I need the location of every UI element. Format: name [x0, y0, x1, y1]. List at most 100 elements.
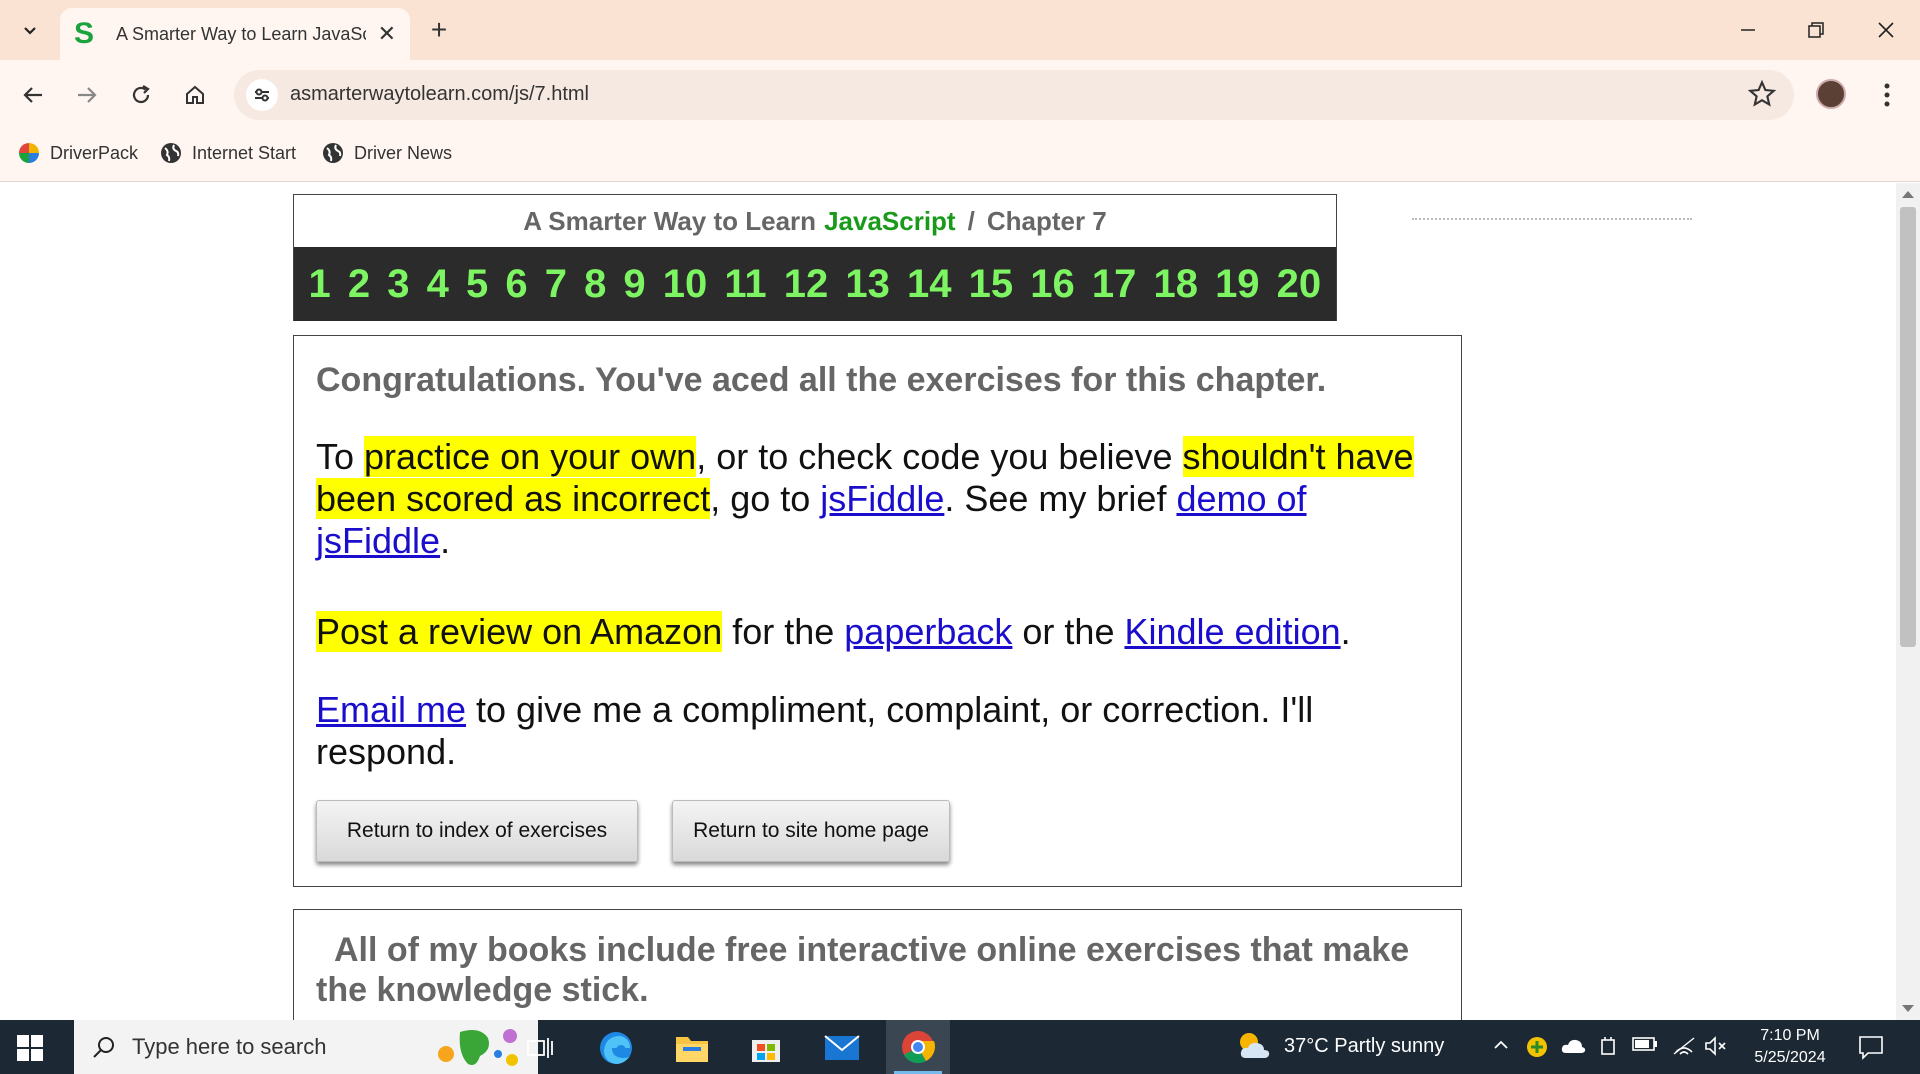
- exercise-number-bar: 1 2 3 4 5 6 7 8 9 10 11 12 13 14 15 16 17 18 19 20: [294, 247, 1336, 321]
- exercise-link-14[interactable]: 14: [907, 262, 952, 307]
- close-window-button[interactable]: [1866, 10, 1906, 50]
- exercise-link-5[interactable]: 5: [466, 262, 488, 307]
- folder-icon: [676, 1037, 708, 1062]
- minimize-icon: [1741, 29, 1755, 31]
- mail-app[interactable]: [822, 1028, 862, 1068]
- bookmark-star-button[interactable]: [1747, 79, 1777, 113]
- books-panel: All of my books include free interactive…: [293, 909, 1462, 1020]
- exercise-link-3[interactable]: 3: [387, 262, 409, 307]
- tab-search-button[interactable]: [12, 13, 48, 47]
- close-tab-icon[interactable]: ✕: [378, 21, 396, 47]
- back-button[interactable]: [14, 76, 52, 114]
- globe-icon: [161, 143, 181, 163]
- device-tray[interactable]: [1598, 1036, 1618, 1063]
- tray-app[interactable]: [1526, 1036, 1548, 1063]
- chevron-up-icon: [1494, 1040, 1508, 1049]
- dotted-divider: [1412, 218, 1692, 220]
- profile-avatar[interactable]: [1816, 79, 1846, 109]
- url-text[interactable]: asmarterwaytolearn.com/js/7.html: [290, 83, 589, 106]
- site-info-button[interactable]: [246, 79, 278, 111]
- home-icon: [186, 85, 204, 104]
- clock-date: 5/25/2024: [1754, 1049, 1826, 1066]
- chevron-down-icon: [24, 27, 36, 35]
- new-tab-button[interactable]: +: [422, 13, 456, 47]
- text: .: [1340, 611, 1351, 652]
- scrollbar-thumb[interactable]: [1900, 207, 1916, 647]
- text: for the: [722, 611, 845, 652]
- system-clock[interactable]: 7:10 PM 5/25/2024: [1740, 1025, 1840, 1069]
- jsfiddle-link[interactable]: jsFiddle: [820, 478, 944, 519]
- close-icon: [1878, 22, 1894, 38]
- bookmark-label: DriverPack: [50, 142, 139, 163]
- address-bar[interactable]: asmarterwaytolearn.com/js/7.html: [234, 70, 1794, 120]
- exercise-link-15[interactable]: 15: [969, 262, 1014, 307]
- book-title: A Smarter Way to Learn: [523, 205, 817, 236]
- exercise-link-7[interactable]: 7: [545, 262, 567, 307]
- show-hidden-icons-button[interactable]: [1492, 1036, 1510, 1059]
- exercise-link-11[interactable]: 11: [724, 262, 766, 307]
- breadcrumb: A Smarter Way to Learn JavaScript / Chap…: [294, 195, 1336, 247]
- bookmark-internet-start[interactable]: Internet Start: [160, 142, 296, 164]
- text: to give me a compliment, complaint, or c…: [316, 689, 1314, 772]
- exercise-link-9[interactable]: 9: [623, 262, 645, 307]
- exercise-link-8[interactable]: 8: [584, 262, 606, 307]
- exercise-link-20[interactable]: 20: [1277, 262, 1322, 307]
- network-tray[interactable]: [1672, 1036, 1696, 1061]
- battery-tray[interactable]: [1632, 1036, 1658, 1057]
- exercise-link-16[interactable]: 16: [1030, 262, 1075, 307]
- taskbar-search[interactable]: Type here to search: [74, 1020, 538, 1074]
- exercise-link-2[interactable]: 2: [348, 262, 370, 307]
- exercise-link-13[interactable]: 13: [845, 262, 890, 307]
- scroll-up-arrow-icon[interactable]: [1902, 191, 1914, 198]
- bookmark-driver-news[interactable]: Driver News: [322, 142, 452, 164]
- task-view-button[interactable]: [520, 1028, 560, 1068]
- notification-center-button[interactable]: [1858, 1034, 1884, 1065]
- chapter-header: A Smarter Way to Learn JavaScript / Chap…: [293, 194, 1337, 321]
- chrome-app-active[interactable]: [886, 1020, 950, 1074]
- browser-toolbar: asmarterwaytolearn.com/js/7.html: [0, 60, 1920, 130]
- exercise-link-18[interactable]: 18: [1153, 262, 1198, 307]
- exercise-link-19[interactable]: 19: [1215, 262, 1260, 307]
- text: , or to check code you believe: [696, 436, 1183, 477]
- windows-taskbar: Type here to search 37°C Partly sunny 7:…: [0, 1020, 1920, 1074]
- weather-widget[interactable]: 37°C Partly sunny: [1236, 1030, 1444, 1062]
- books-text: All of my books include free interactive…: [316, 931, 1410, 1009]
- paperback-link[interactable]: paperback: [844, 611, 1012, 652]
- return-index-button[interactable]: Return to index of exercises: [316, 800, 638, 862]
- file-explorer-app[interactable]: [672, 1028, 712, 1068]
- volume-tray[interactable]: [1704, 1036, 1728, 1061]
- device-icon: [1601, 1037, 1615, 1055]
- minimize-button[interactable]: [1728, 10, 1768, 50]
- bookmark-driverpack[interactable]: DriverPack: [18, 142, 138, 164]
- exercise-link-1[interactable]: 1: [309, 262, 331, 307]
- reload-icon: [132, 85, 150, 104]
- home-button[interactable]: [176, 76, 214, 114]
- exercise-link-17[interactable]: 17: [1092, 262, 1137, 307]
- text: To: [316, 436, 365, 477]
- return-home-button[interactable]: Return to site home page: [672, 800, 950, 862]
- start-button[interactable]: [16, 1034, 44, 1062]
- browser-menu-button[interactable]: [1872, 78, 1902, 112]
- exercise-link-4[interactable]: 4: [427, 262, 449, 307]
- exercise-link-10[interactable]: 10: [663, 262, 708, 307]
- scroll-down-arrow-icon[interactable]: [1902, 1005, 1914, 1012]
- bookmarks-bar: DriverPack Internet Start Driver News: [0, 130, 1920, 182]
- weather-text: 37°C Partly sunny: [1284, 1034, 1445, 1057]
- onedrive-tray[interactable]: [1560, 1036, 1586, 1061]
- forward-button[interactable]: [68, 76, 106, 114]
- more-vert-icon: [1884, 83, 1890, 107]
- arrow-left-icon: [23, 87, 42, 103]
- exercise-link-12[interactable]: 12: [784, 262, 829, 307]
- edge-app[interactable]: [596, 1028, 636, 1068]
- kindle-link[interactable]: Kindle edition: [1124, 611, 1340, 652]
- exercise-link-6[interactable]: 6: [505, 262, 527, 307]
- browser-tab[interactable]: S A Smarter Way to Learn JavaScri ✕: [60, 8, 410, 60]
- restore-button[interactable]: [1796, 10, 1836, 50]
- arrow-right-icon: [78, 87, 97, 103]
- microsoft-store-app[interactable]: [746, 1028, 786, 1068]
- page-scrollbar[interactable]: [1896, 183, 1920, 1020]
- review-paragraph: Post a review on Amazon for the paperbac…: [316, 611, 1426, 653]
- store-icon: [752, 1040, 780, 1062]
- email-link[interactable]: Email me: [316, 689, 466, 730]
- reload-button[interactable]: [122, 76, 160, 114]
